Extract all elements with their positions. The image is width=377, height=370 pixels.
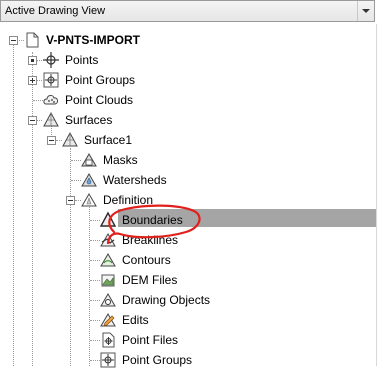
boundary-icon	[99, 211, 117, 227]
tree-item-label: Point Groups	[65, 73, 136, 87]
mask-icon	[81, 153, 97, 167]
expand-toggle-point-groups[interactable]	[28, 76, 37, 85]
contour-icon	[100, 253, 116, 267]
tree-item-edits[interactable]: Edits	[99, 310, 151, 330]
tree-item-label: Watersheds	[103, 173, 167, 187]
chevron-down-icon[interactable]	[357, 1, 374, 21]
tree-item-points[interactable]: Points	[42, 50, 100, 70]
tree-item-label: Boundaries	[122, 213, 183, 227]
tree-item-point-files[interactable]: Point Files	[99, 330, 180, 350]
tree-item-breaklines[interactable]: Breaklines	[99, 230, 180, 250]
surfaces-icon	[43, 111, 59, 127]
tree-item-definition[interactable]: Definition	[80, 190, 155, 210]
surface-icon	[62, 131, 78, 147]
tree-item-surfaces[interactable]: Surfaces	[42, 110, 114, 130]
point-group-icon	[100, 352, 116, 368]
drawing-icon	[26, 32, 39, 48]
tree-item-label: V-PNTS-IMPORT	[46, 33, 141, 47]
tree-item-label: Contours	[122, 253, 171, 267]
point-group-icon	[43, 72, 59, 88]
tree-item-masks[interactable]: Masks	[80, 150, 140, 170]
tree-item-label: Drawing Objects	[122, 293, 211, 307]
tree-item-label: Surfaces	[65, 113, 113, 127]
drawing-objects-icon	[100, 293, 116, 307]
definition-icon	[81, 193, 97, 207]
tree-item-contours[interactable]: Contours	[99, 250, 173, 270]
tree-item-boundaries[interactable]: Boundaries	[99, 210, 185, 230]
tree-item-label: Surface1	[84, 133, 133, 147]
tree-item-dem-files[interactable]: DEM Files	[99, 270, 179, 290]
collapse-toggle-definition[interactable]	[66, 196, 75, 205]
tree-item-label: DEM Files	[122, 273, 178, 287]
toggle-points[interactable]	[28, 56, 37, 65]
tree-item-label: Edits	[122, 313, 149, 327]
point-cloud-icon	[43, 95, 58, 105]
tree-line	[13, 44, 14, 366]
tree-item-point-clouds[interactable]: Point Clouds	[42, 90, 135, 110]
collapse-toggle-surfaces[interactable]	[28, 116, 37, 125]
point-file-icon	[102, 332, 115, 348]
edit-pencil-icon	[100, 313, 116, 327]
watershed-icon	[81, 173, 97, 187]
tree-item-label: Point Clouds	[65, 93, 134, 107]
point-icon	[43, 52, 59, 68]
tree-item-surface1[interactable]: Surface1	[61, 130, 134, 150]
collapse-toggle-root[interactable]	[9, 36, 18, 45]
tree-item-label: Definition	[103, 193, 154, 207]
view-selector-dropdown[interactable]: Active Drawing View	[0, 0, 375, 22]
tree-item-label: Points	[65, 53, 99, 67]
tree-item-label: Breaklines	[122, 233, 179, 247]
tree-item-point-groups[interactable]: Point Groups	[42, 70, 137, 90]
tree-item-label: Masks	[103, 153, 138, 167]
tree-item-root[interactable]: V-PNTS-IMPORT	[23, 30, 142, 50]
dem-file-icon	[101, 274, 115, 287]
collapse-toggle-surface1[interactable]	[47, 136, 56, 145]
tree-item-drawing-objects[interactable]: Drawing Objects	[99, 290, 212, 310]
view-selector-value: Active Drawing View	[5, 5, 106, 17]
tree-item-watersheds[interactable]: Watersheds	[80, 170, 169, 190]
breakline-icon	[100, 233, 116, 247]
tree-item-definition-point-groups[interactable]: Point Groups	[99, 350, 194, 370]
tree-item-label: Point Files	[122, 333, 179, 347]
tree-line	[89, 205, 90, 366]
